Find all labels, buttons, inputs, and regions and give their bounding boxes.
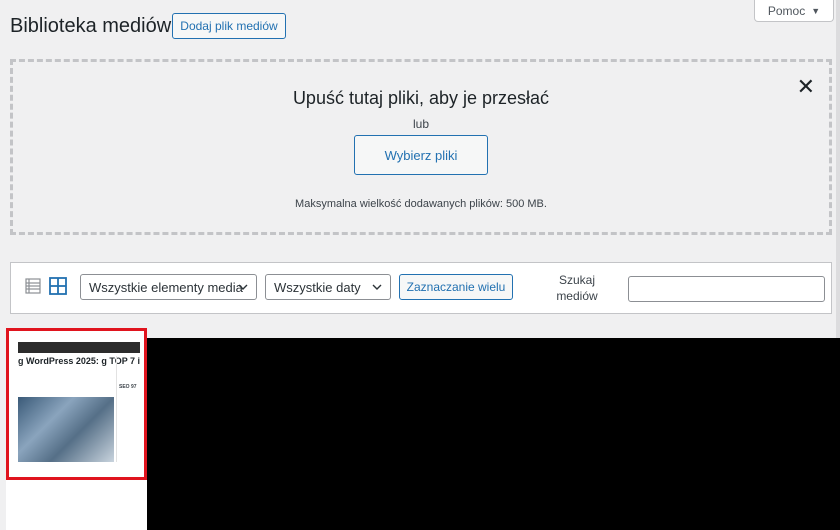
bulk-select-button[interactable]: Zaznaczanie wielu <box>399 274 513 300</box>
date-filter[interactable]: Wszystkie daty <box>265 274 391 300</box>
help-label: Pomoc <box>767 3 806 18</box>
thumbnail-image <box>18 397 114 462</box>
max-upload-size: Maksymalna wielkość dodawanych plików: 5… <box>295 198 547 210</box>
thumbnail-top-bar <box>18 342 140 353</box>
chevron-down-icon <box>238 284 248 290</box>
chevron-down-icon <box>372 284 382 290</box>
list-view-icon[interactable] <box>25 278 41 294</box>
upload-drop-zone[interactable]: ✕ Upuść tutaj pliki, aby je przesłać lub… <box>10 59 832 235</box>
drop-zone-title: Upuść tutaj pliki, aby je przesłać <box>292 88 550 108</box>
date-filter-value: Wszystkie daty <box>274 279 361 295</box>
media-type-filter-value: Wszystkie elementy media <box>89 279 243 295</box>
search-input[interactable] <box>628 276 825 302</box>
media-type-filter[interactable]: Wszystkie elementy media <box>80 274 257 300</box>
select-files-button[interactable]: Wybierz pliki <box>354 135 488 175</box>
search-label: Szukaj mediów <box>556 273 598 303</box>
media-toolbar: Wszystkie elementy media Wszystkie daty … <box>10 262 832 314</box>
add-new-media-button[interactable]: Dodaj plik mediów <box>172 13 286 39</box>
caret-down-icon: ▼ <box>811 5 821 16</box>
thumbnail-preview: g WordPress 2025: g TOP 7 i porównanie S… <box>18 342 140 462</box>
help-tab-button[interactable]: Pomoc ▼ <box>754 0 834 22</box>
attachments-area <box>147 338 840 530</box>
thumbnail-side-text: SEO 97 <box>119 384 137 390</box>
page-title: Biblioteka mediów <box>10 15 172 37</box>
drop-zone-or: lub <box>412 117 429 131</box>
thumbnail-sidebar: SEO 97 <box>116 356 140 462</box>
attachment-thumbnail[interactable]: g WordPress 2025: g TOP 7 i porównanie S… <box>6 328 147 480</box>
grid-view-icon[interactable] <box>49 277 67 295</box>
thumbnail-title: g WordPress 2025: g TOP 7 i porównanie <box>18 356 140 366</box>
